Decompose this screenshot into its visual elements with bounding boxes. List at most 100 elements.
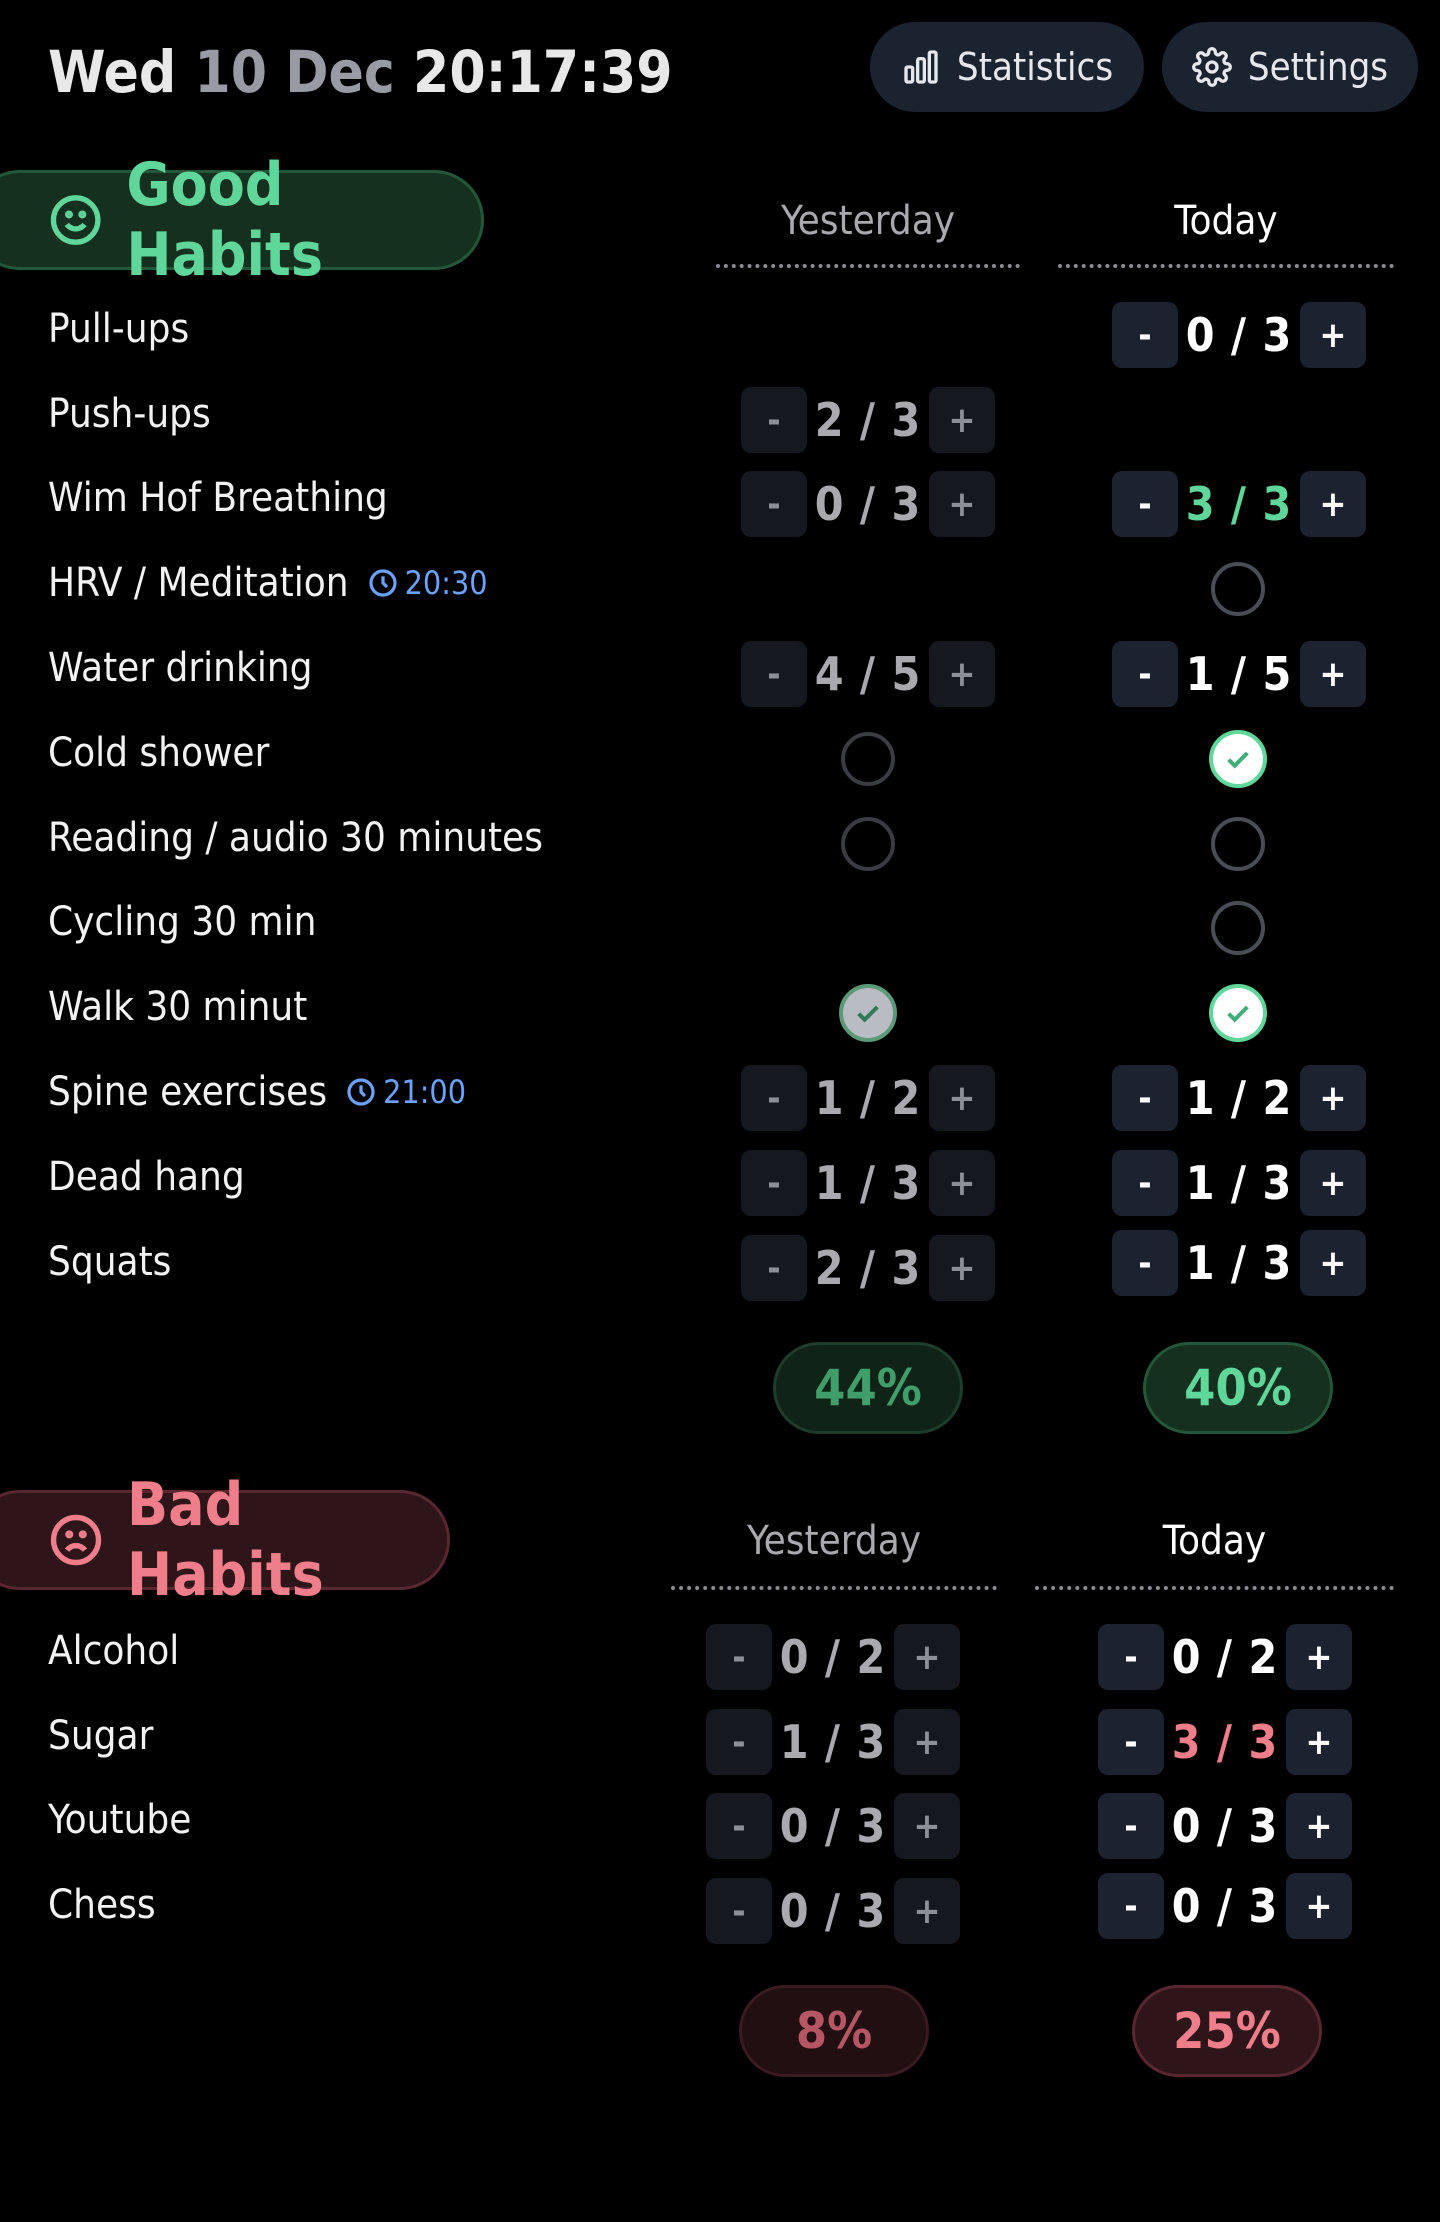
counter-value: 1 / 5 [1185, 647, 1293, 701]
today-percentage: 25% [1132, 1985, 1322, 2077]
settings-label: Settings [1247, 45, 1389, 89]
counter-value: 1 / 2 [814, 1071, 922, 1125]
increment-button[interactable]: + [894, 1878, 960, 1944]
yesterday-counter: - 0 / 3 + [706, 1878, 960, 1944]
decrement-button[interactable]: - [706, 1709, 772, 1775]
decrement-button[interactable]: - [706, 1878, 772, 1944]
counter-value: 1 / 3 [1185, 1236, 1293, 1290]
decrement-button[interactable]: - [1098, 1793, 1164, 1859]
increment-button[interactable]: + [1300, 471, 1366, 537]
decrement-button[interactable]: - [1112, 1065, 1178, 1131]
decrement-button[interactable]: - [1112, 641, 1178, 707]
yesterday-counter: - 0 / 2 + [706, 1624, 960, 1690]
today-counter: - 1 / 2 + [1112, 1065, 1366, 1131]
counter-value: 1 / 3 [1185, 1156, 1293, 1210]
yesterday-percentage: 8% [739, 1985, 929, 2077]
habit-row-name: Walk 30 minut [48, 984, 308, 1030]
yesterday-checkbox[interactable] [841, 732, 895, 786]
divider [716, 264, 1020, 268]
increment-button[interactable]: + [929, 1065, 995, 1131]
clock-icon [369, 569, 397, 597]
frown-icon [50, 1514, 102, 1566]
counter-value: 0 / 3 [1171, 1879, 1279, 1933]
decrement-button[interactable]: - [741, 1150, 807, 1216]
increment-button[interactable]: + [929, 641, 995, 707]
divider [1035, 1586, 1394, 1590]
habit-row-name: Cycling 30 min [48, 899, 317, 945]
reminder-time: 20:30 [404, 564, 488, 602]
increment-button[interactable]: + [929, 1150, 995, 1216]
clock-icon [347, 1078, 375, 1106]
decrement-button[interactable]: - [1112, 1150, 1178, 1216]
bad-habits-header: Bad Habits [0, 1470, 450, 1610]
counter-value: 0 / 3 [1171, 1799, 1279, 1853]
increment-button[interactable]: + [1286, 1709, 1352, 1775]
decrement-button[interactable]: - [1112, 1230, 1178, 1296]
today-counter: - 1 / 3 + [1112, 1230, 1366, 1296]
bad-yesterday-header: Yesterday [746, 1518, 922, 1564]
habit-row-name: Dead hang [48, 1154, 245, 1200]
increment-button[interactable]: + [894, 1793, 960, 1859]
decrement-button[interactable]: - [706, 1624, 772, 1690]
increment-button[interactable]: + [1300, 1230, 1366, 1296]
decrement-button[interactable]: - [1098, 1709, 1164, 1775]
today-counter: - 0 / 3 + [1098, 1793, 1352, 1859]
habit-row-name: Spine exercises 21:00 [48, 1069, 467, 1115]
habit-row-name: Push-ups [48, 391, 211, 437]
increment-button[interactable]: + [1300, 641, 1366, 707]
check-icon [1227, 1005, 1249, 1023]
decrement-button[interactable]: - [741, 1065, 807, 1131]
today-checkbox[interactable] [1211, 562, 1265, 616]
reminder-time: 21:00 [383, 1073, 467, 1111]
decrement-button[interactable]: - [1098, 1624, 1164, 1690]
settings-button[interactable]: Settings [1162, 22, 1418, 112]
today-percentage: 40% [1143, 1342, 1333, 1434]
good-today-header: Today [1174, 198, 1278, 244]
datetime: Wed 10 Dec 20:17:39 [48, 38, 673, 106]
increment-button[interactable]: + [894, 1624, 960, 1690]
good-yesterday-header: Yesterday [780, 198, 956, 244]
statistics-button[interactable]: Statistics [870, 22, 1144, 112]
yesterday-counter: - 2 / 3 + [741, 387, 995, 453]
increment-button[interactable]: + [929, 471, 995, 537]
counter-value: 1 / 3 [814, 1156, 922, 1210]
today-counter: - 0 / 2 + [1098, 1624, 1352, 1690]
yesterday-checkbox[interactable] [841, 817, 895, 871]
decrement-button[interactable]: - [741, 387, 807, 453]
habit-row-name: Wim Hof Breathing [48, 475, 388, 521]
check-icon [1227, 751, 1249, 769]
counter-value: 1 / 3 [779, 1715, 887, 1769]
today-checkbox[interactable] [1211, 901, 1265, 955]
habit-row-name: Youtube [48, 1797, 192, 1843]
increment-button[interactable]: + [1300, 302, 1366, 368]
today-checkbox-checked[interactable] [1209, 730, 1267, 788]
increment-button[interactable]: + [1286, 1793, 1352, 1859]
today-counter: - 3 / 3 + [1098, 1709, 1352, 1775]
increment-button[interactable]: + [929, 387, 995, 453]
decrement-button[interactable]: - [741, 1235, 807, 1301]
today-checkbox-checked[interactable] [1209, 984, 1267, 1042]
decrement-button[interactable]: - [1098, 1873, 1164, 1939]
increment-button[interactable]: + [1286, 1624, 1352, 1690]
decrement-button[interactable]: - [1112, 471, 1178, 537]
increment-button[interactable]: + [929, 1235, 995, 1301]
bar-chart-icon [904, 50, 938, 84]
today-counter: - 0 / 3 + [1098, 1873, 1352, 1939]
habit-row-name: Sugar [48, 1713, 154, 1759]
increment-button[interactable]: + [1300, 1150, 1366, 1216]
habit-row-name: Reading / audio 30 minutes [48, 815, 543, 861]
increment-button[interactable]: + [1286, 1873, 1352, 1939]
decrement-button[interactable]: - [741, 471, 807, 537]
decrement-button[interactable]: - [1112, 302, 1178, 368]
yesterday-counter: - 0 / 3 + [741, 471, 995, 537]
divider [671, 1586, 997, 1590]
smile-icon [50, 195, 101, 245]
decrement-button[interactable]: - [741, 641, 807, 707]
decrement-button[interactable]: - [706, 1793, 772, 1859]
today-counter: - 3 / 3 + [1112, 471, 1366, 537]
increment-button[interactable]: + [1300, 1065, 1366, 1131]
increment-button[interactable]: + [894, 1709, 960, 1775]
good-habits-title: Good Habits [126, 150, 323, 290]
today-checkbox[interactable] [1211, 817, 1265, 871]
yesterday-checkbox-checked[interactable] [839, 984, 897, 1042]
